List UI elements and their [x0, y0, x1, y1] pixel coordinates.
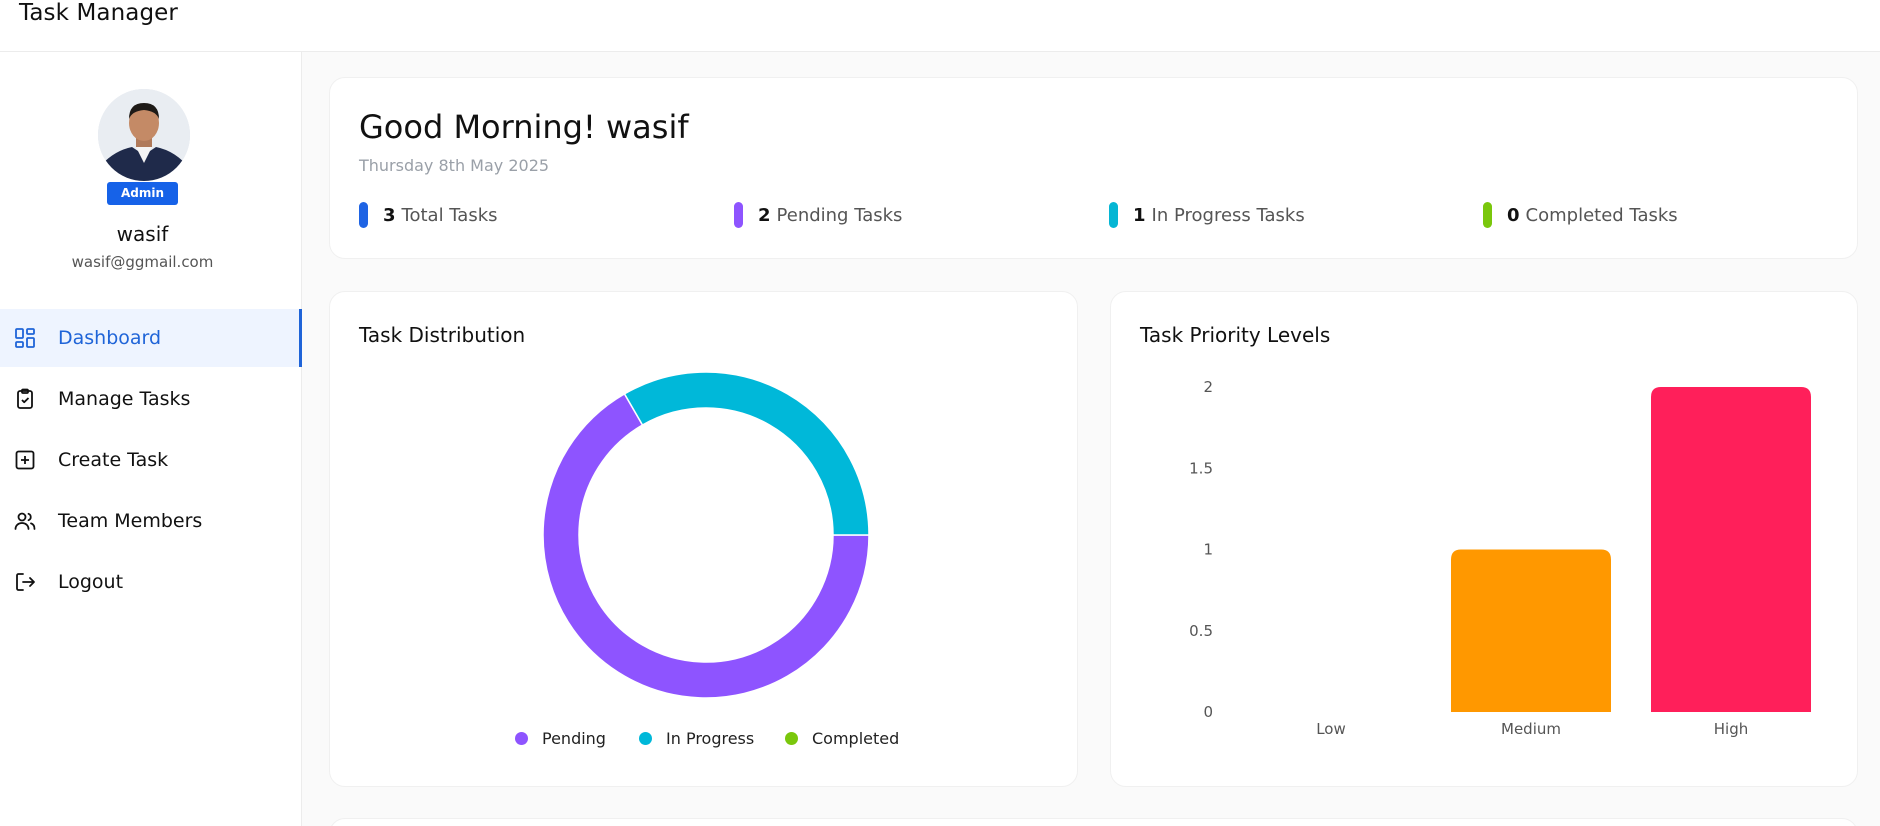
- stat-completed-tasks: 0 Completed Tasks: [1483, 202, 1678, 228]
- legend-in-progress[interactable]: In Progress: [639, 729, 754, 748]
- donut-chart: [542, 371, 870, 699]
- stat-in-progress-tasks: 1 In Progress Tasks: [1109, 202, 1305, 228]
- legend-swatch: [639, 732, 652, 745]
- avatar: [98, 89, 190, 181]
- recent-tasks-card: [329, 818, 1858, 826]
- user-name: wasif: [116, 222, 169, 246]
- x-tick-label: Medium: [1501, 720, 1561, 738]
- stat-count: 0: [1507, 204, 1520, 226]
- sidebar-item-label: Logout: [58, 571, 124, 593]
- stat-label: Total Tasks: [401, 204, 498, 226]
- stat-color-bar: [1483, 202, 1492, 228]
- stat-color-bar: [734, 202, 743, 228]
- sidebar-item-logout[interactable]: Logout: [0, 553, 302, 611]
- bar-high[interactable]: [1651, 387, 1811, 712]
- stat-total-tasks: 3 Total Tasks: [359, 202, 498, 228]
- users-icon: [12, 508, 38, 534]
- legend-label: Pending: [542, 729, 606, 748]
- greeting-title: Good Morning! wasif: [359, 108, 689, 146]
- sidebar-item-manage-tasks[interactable]: Manage Tasks: [0, 370, 302, 428]
- donut-slice-in-progress[interactable]: [623, 371, 870, 536]
- stat-pending-tasks: 2 Pending Tasks: [734, 202, 902, 228]
- sidebar-item-dashboard[interactable]: Dashboard: [0, 309, 302, 367]
- sidebar: Admin wasif wasif@ggmail.com Dashboard M…: [0, 52, 302, 826]
- dashboard-icon: [12, 325, 38, 351]
- legend-swatch: [515, 732, 528, 745]
- sidebar-item-label: Team Members: [58, 510, 203, 532]
- legend-label: In Progress: [666, 729, 755, 748]
- plus-square-icon: [12, 447, 38, 473]
- y-tick-label: 1.5: [1189, 459, 1213, 477]
- bar-chart: 0 0.5 1 1.5 2 Low Medium High: [1189, 378, 1811, 738]
- stat-count: 2: [758, 204, 771, 226]
- sidebar-item-label: Create Task: [58, 449, 169, 471]
- card-title: Task Distribution: [359, 323, 526, 347]
- sidebar-item-team-members[interactable]: Team Members: [0, 492, 302, 550]
- task-distribution-card: Task Distribution Pending In Progress Co…: [329, 291, 1078, 787]
- legend-pending[interactable]: Pending: [515, 729, 606, 748]
- greeting-card: Good Morning! wasif Thursday 8th May 202…: [329, 77, 1858, 259]
- stat-color-bar: [359, 202, 368, 228]
- stat-count: 1: [1133, 204, 1146, 226]
- task-priority-card: Task Priority Levels 0 0.5 1 1.5 2 Low Medium H…: [1110, 291, 1858, 787]
- y-tick-label: 1: [1203, 541, 1213, 559]
- current-date: Thursday 8th May 2025: [359, 156, 550, 175]
- legend-completed[interactable]: Completed: [785, 729, 899, 748]
- stat-color-bar: [1109, 202, 1118, 228]
- stat-label: Pending Tasks: [776, 204, 903, 226]
- logout-icon: [12, 569, 38, 595]
- top-bar: Task Manager: [0, 0, 1880, 52]
- y-tick-label: 0.5: [1189, 622, 1213, 640]
- y-tick-label: 0: [1203, 703, 1213, 721]
- legend-label: Completed: [812, 729, 900, 748]
- stat-label: Completed Tasks: [1525, 204, 1678, 226]
- sidebar-item-create-task[interactable]: Create Task: [0, 431, 302, 489]
- clipboard-check-icon: [12, 386, 38, 412]
- user-email: wasif@ggmail.com: [71, 253, 214, 271]
- y-tick-label: 2: [1203, 378, 1213, 396]
- legend-swatch: [785, 732, 798, 745]
- stat-count: 3: [383, 204, 396, 226]
- bar-medium[interactable]: [1451, 549, 1611, 713]
- sidebar-item-label: Manage Tasks: [58, 388, 191, 410]
- app-title: Task Manager: [19, 0, 178, 26]
- sidebar-item-label: Dashboard: [58, 327, 162, 349]
- x-tick-label: High: [1714, 720, 1748, 738]
- role-badge: Admin: [107, 182, 178, 205]
- x-tick-label: Low: [1316, 720, 1346, 738]
- stat-label: In Progress Tasks: [1151, 204, 1305, 226]
